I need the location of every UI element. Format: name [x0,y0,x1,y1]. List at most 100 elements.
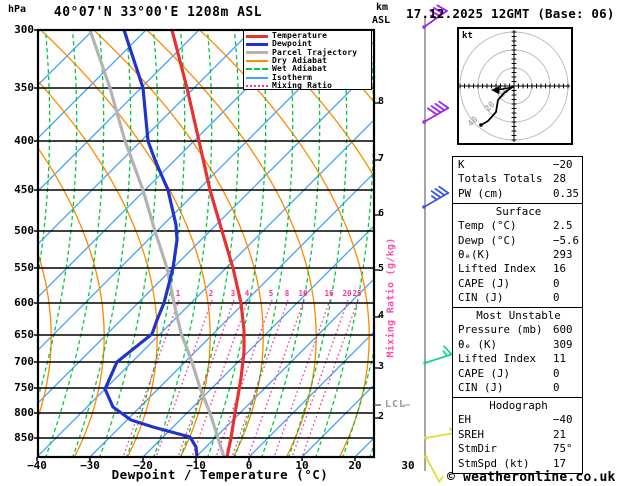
mixing-ratio-label: 2 [202,289,220,298]
table-row: StmDir75° [458,442,579,456]
legend-item-label: Mixing Ratio [272,82,332,90]
table-row: Totals Totals28 [458,172,579,186]
table-section: K−20Totals Totals28PW (cm)0.35 [452,156,583,204]
table-section-header: Surface [458,205,579,219]
legend-item: Mixing Ratio [246,82,371,90]
barb-half-feather [443,351,447,355]
plot-border [38,30,374,457]
table-row-value: 0 [553,291,560,305]
mixing-ratio-line [274,300,330,457]
legend-line-sample [246,60,268,62]
table-section-header: Hodograph [458,399,579,413]
legend-line-sample [246,51,268,54]
altitude-unit-label: km [376,2,388,13]
table-row-value: 2.5 [553,219,573,233]
pressure-tick-label: 400 [0,134,34,147]
barb-half-feather [432,196,437,199]
isotherm-line [0,10,272,457]
table-row-value: 17 [553,457,566,471]
km-tick-label: 6 [378,208,384,219]
table-row-value: 0 [553,367,560,381]
pressure-tick-label: 850 [0,431,34,444]
altitude-asl-label: ASL [372,15,390,26]
table-row: Dewp (°C)−5.6 [458,234,579,248]
table-row: θₑ (K)309 [458,338,579,352]
table-row-value: 309 [553,338,573,352]
mixing-ratio-label: 16 [320,289,338,298]
table-row-label: CAPE (J) [458,367,579,381]
barb-shaft [426,433,454,438]
table-section: HodographEH−40SREH21StmDir75°StmSpd (kt)… [452,397,583,474]
pressure-tick-label: 650 [0,328,34,341]
x-axis-title: Dewpoint / Temperature (°C) [80,467,360,482]
skewt-sounding-page: 102040 hPa 40°07'N 33°00'E 1208m ASL km … [0,0,629,486]
temp-tick-label: −40 [17,459,57,472]
table-section: Most UnstablePressure (mb)600θₑ (K)309Li… [452,307,583,398]
wind-barb [423,346,451,364]
copyright-credit: © weatheronline.co.uk [447,470,616,485]
table-row-value: −40 [553,413,573,427]
table-row-label: CIN (J) [458,291,579,305]
table-row-value: 600 [553,323,573,337]
mixing-ratio-label: 1 [169,289,187,298]
pressure-tick-label: 600 [0,296,34,309]
table-row: EH−40 [458,413,579,427]
table-row-label: CAPE (J) [458,277,579,291]
table-row-value: 16 [553,262,566,276]
barb-half-feather [439,477,443,482]
pressure-tick-label: 550 [0,261,34,274]
table-row: K−20 [458,158,579,172]
table-row-label: CIN (J) [458,381,579,395]
table-row: Lifted Index16 [458,262,579,276]
table-row-value: 11 [553,352,566,366]
wet-adiabat-line [146,15,212,478]
barb-station-dot [422,205,425,208]
mixing-ratio-line [178,300,234,457]
wind-barb [424,428,453,439]
mixing-ratio-label: 4 [238,289,256,298]
table-row-value: 21 [553,428,566,442]
table-section-header: Most Unstable [458,309,579,323]
lcl-label: LCL [385,399,406,410]
table-row: CIN (J)0 [458,381,579,395]
mixing-ratio-line [292,300,348,457]
pressure-tick-label: 300 [0,23,34,36]
pressure-tick-label: 800 [0,406,34,419]
table-row: CIN (J)0 [458,291,579,305]
table-row: θₑ(K)293 [458,248,579,262]
pressure-tick-label: 450 [0,183,34,196]
datetime-label: 17.12.2025 12GMT (Base: 06) [406,6,615,21]
table-row: Lifted Index11 [458,352,579,366]
wet-adiabat-line [173,15,239,478]
pressure-tick-label: 700 [0,355,34,368]
legend-line-sample [246,77,268,79]
legend-line-sample [246,43,268,46]
legend: TemperatureDewpointParcel TrajectoryDry … [243,30,372,90]
temp-tick-label: 30 [388,459,428,472]
km-tick-label: 8 [378,96,384,107]
table-row-value: 293 [553,248,573,262]
km-tick-label: 2 [378,411,384,422]
table-row: CAPE (J)0 [458,367,579,381]
km-tick-label: 3 [378,361,384,372]
barb-station-dot [422,120,425,123]
table-row-value: 28 [553,172,566,186]
table-row-value: 75° [553,442,573,456]
table-row: CAPE (J)0 [458,277,579,291]
barb-station-dot [423,361,426,364]
table-row: PW (cm)0.35 [458,187,579,201]
table-row-value: −5.6 [553,234,579,248]
table-row-value: −20 [553,158,573,172]
table-section: SurfaceTemp (°C)2.5Dewp (°C)−5.6θₑ(K)293… [452,203,583,309]
km-tick-label: 4 [378,310,384,321]
wet-adiabat-line [65,15,131,478]
barb-station-dot [422,25,425,28]
hodograph: 102040 [458,28,572,144]
table-row: SREH21 [458,428,579,442]
sounding-indices-table: K−20Totals Totals28PW (cm)0.35SurfaceTem… [452,156,583,474]
wind-barb [422,187,448,209]
pressure-unit-label: hPa [8,4,26,15]
table-row-value: 0 [553,277,560,291]
legend-line-sample [246,85,268,87]
wind-barb [422,102,448,124]
